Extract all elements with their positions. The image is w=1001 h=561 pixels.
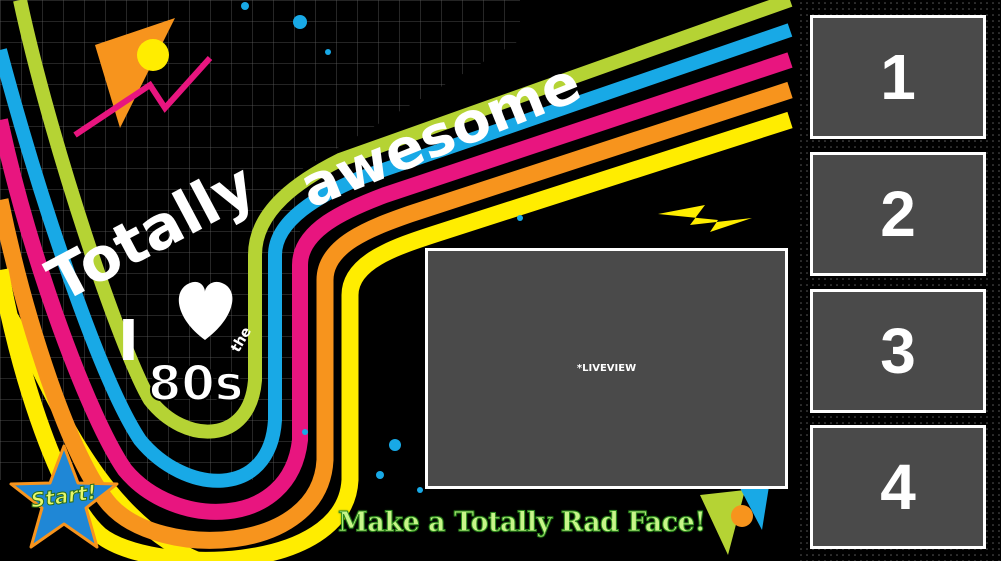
photo-slot-3[interactable]: 3	[810, 289, 986, 413]
liveview-panel: *LIVEVIEW	[425, 248, 788, 489]
orange-circle-shape	[731, 505, 753, 527]
slot-number: 4	[880, 451, 916, 523]
yellow-lightning-shape	[658, 205, 752, 232]
liveview-label: *LIVEVIEW	[576, 363, 637, 374]
love-decade: 80s	[148, 356, 243, 412]
love-letter-i: I	[118, 309, 139, 374]
photo-slot-4[interactable]: 4	[810, 425, 986, 549]
photo-slot-1[interactable]: 1	[810, 15, 986, 139]
yellow-circle-shape	[137, 39, 169, 71]
photo-slot-2[interactable]: 2	[810, 152, 986, 276]
slot-number: 1	[880, 41, 916, 113]
slot-number: 2	[880, 178, 916, 250]
start-button[interactable]: Start!	[8, 443, 120, 551]
tagline: Make a Totally Rad Face!	[338, 507, 707, 539]
slot-number: 3	[880, 315, 916, 387]
